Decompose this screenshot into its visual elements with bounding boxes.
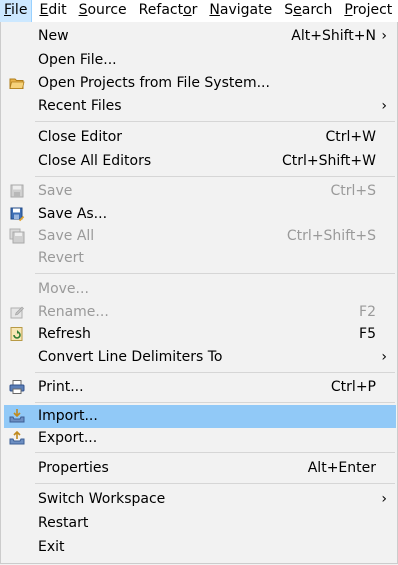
menu-item-label: Recent Files [38, 98, 122, 114]
menu-item-recent-files[interactable]: Recent Files › [4, 95, 396, 118]
menu-item-close-editor[interactable]: Close Editor Ctrl+W [4, 126, 396, 149]
menu-item-label: Switch Workspace [38, 491, 166, 507]
menu-item-label: Save All [38, 228, 95, 244]
menu-item-exit[interactable]: Exit [4, 536, 396, 559]
menu-item-label: Refresh [38, 326, 91, 342]
menu-item-label: Exit [38, 539, 65, 555]
menu-separator [35, 372, 395, 373]
menu-item-switch-workspace[interactable]: Switch Workspace › [4, 488, 396, 511]
refresh-icon [9, 326, 25, 342]
submenu-arrow-icon: › [381, 349, 387, 365]
menu-item-label: Save [38, 183, 73, 199]
menu-separator [35, 402, 395, 403]
rename-icon [9, 304, 25, 320]
menu-item-label: New [38, 28, 69, 44]
menu-item-open-file[interactable]: Open File... [4, 49, 396, 72]
menu-item-rename[interactable]: Rename... F2 [4, 301, 396, 324]
submenu-arrow-icon: › [381, 28, 387, 44]
menu-separator [35, 121, 395, 122]
menu-item-label: Close Editor [38, 129, 123, 145]
menubar-navigate[interactable]: Navigate [205, 0, 276, 22]
print-icon [9, 379, 25, 395]
menubar-project[interactable]: Project [340, 0, 396, 22]
menu-item-label: Move... [38, 281, 89, 297]
save-icon [9, 183, 25, 199]
shortcut-text: Ctrl+Shift+W [281, 153, 376, 169]
shortcut-text: Ctrl+W [325, 129, 376, 145]
menu-item-revert[interactable]: Revert [4, 247, 396, 270]
menu-item-save-all[interactable]: Save All Ctrl+Shift+S [4, 225, 396, 248]
menu-item-label: Save As... [38, 206, 108, 222]
shortcut-text: Alt+Shift+N [291, 28, 376, 44]
menu-bar: File Edit Source Refactor Navigate Searc… [0, 0, 398, 23]
import-icon [9, 408, 25, 424]
menu-item-convert-line-delimiters[interactable]: Convert Line Delimiters To › [4, 346, 396, 369]
menu-separator [35, 273, 395, 274]
menu-item-label: Revert [38, 250, 84, 266]
shortcut-text: Ctrl+P [330, 379, 376, 395]
menubar-search[interactable]: Search [280, 0, 336, 22]
menu-item-label: Restart [38, 515, 89, 531]
menu-separator [35, 452, 395, 453]
menu-item-label: Close All Editors [38, 153, 152, 169]
menubar-refactor[interactable]: Refactor [135, 0, 202, 22]
save-as-icon [9, 206, 25, 222]
menu-item-move[interactable]: Move... [4, 278, 396, 301]
submenu-arrow-icon: › [381, 98, 387, 114]
menubar-file[interactable]: File [0, 0, 33, 23]
shortcut-text: Ctrl+Shift+S [286, 228, 376, 244]
file-menu-dropdown: New Alt+Shift+N › Open File... Open Proj… [0, 22, 398, 564]
menu-item-label: Print... [38, 379, 84, 395]
menu-separator [35, 176, 395, 177]
menubar-source[interactable]: Source [75, 0, 131, 22]
menubar-edit[interactable]: Edit [35, 0, 70, 22]
export-icon [9, 430, 25, 446]
menu-item-new[interactable]: New Alt+Shift+N › [4, 25, 396, 48]
shortcut-text: F2 [359, 304, 376, 320]
shortcut-text: Ctrl+S [330, 183, 376, 199]
menu-item-label: Open File... [38, 52, 117, 68]
menu-separator [35, 483, 395, 484]
menu-item-label: Import... [38, 408, 98, 424]
submenu-arrow-icon: › [381, 491, 387, 507]
menu-item-open-projects[interactable]: Open Projects from File System... [4, 72, 396, 95]
menu-item-import[interactable]: Import... [4, 405, 396, 428]
menu-item-close-all-editors[interactable]: Close All Editors Ctrl+Shift+W [4, 150, 396, 173]
menu-item-export[interactable]: Export... [4, 427, 396, 450]
menu-item-properties[interactable]: Properties Alt+Enter [4, 457, 396, 480]
menu-item-label: Open Projects from File System... [38, 75, 270, 91]
menu-item-label: Properties [38, 460, 109, 476]
menu-item-save-as[interactable]: Save As... [4, 203, 396, 226]
menu-item-restart[interactable]: Restart [4, 512, 396, 535]
menu-item-print[interactable]: Print... Ctrl+P [4, 376, 396, 399]
shortcut-text: F5 [359, 326, 376, 342]
save-all-icon [9, 228, 25, 244]
menu-item-label: Rename... [38, 304, 109, 320]
shortcut-text: Alt+Enter [307, 460, 376, 476]
menu-item-label: Convert Line Delimiters To [38, 349, 223, 365]
menu-item-refresh[interactable]: Refresh F5 [4, 323, 396, 346]
folder-icon [9, 75, 25, 91]
menu-item-save[interactable]: Save Ctrl+S [4, 180, 396, 203]
menu-item-label: Export... [38, 430, 98, 446]
